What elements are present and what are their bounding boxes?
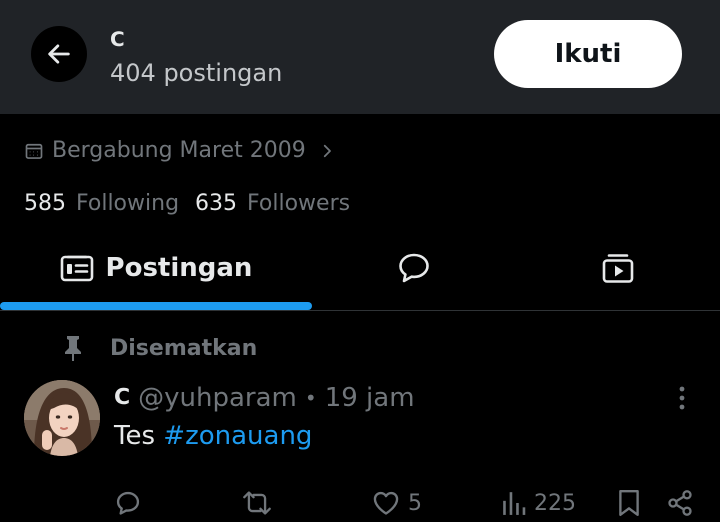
views-button[interactable]: 225 — [502, 484, 576, 522]
pin-icon — [65, 336, 81, 361]
post-meta: ꓚ @yuhparam • 19 jam — [114, 382, 415, 414]
joined-date[interactable]: Bergabung Maret 2009 — [24, 136, 336, 166]
chevron-right-icon — [323, 144, 331, 158]
joined-text: Bergabung Maret 2009 — [52, 138, 306, 163]
speech-bubble-icon — [399, 253, 429, 283]
reply-button[interactable] — [114, 484, 142, 522]
post-handle[interactable]: @yuhparam — [138, 382, 297, 414]
post-actions: 5 225 — [0, 484, 720, 522]
post-author-name[interactable]: ꓚ — [114, 382, 130, 414]
avatar-photo — [24, 380, 100, 456]
pinned-label: Disematkan — [110, 335, 258, 361]
meta-separator: • — [304, 386, 317, 410]
bookmark-button[interactable] — [618, 484, 640, 522]
more-options-button[interactable] — [670, 384, 694, 412]
tab-posts[interactable]: Postingan — [0, 232, 312, 304]
repost-button[interactable] — [242, 484, 272, 522]
profile-display-name: ꓚ — [110, 27, 125, 51]
like-button[interactable]: 5 — [372, 484, 422, 522]
view-count: 225 — [534, 490, 576, 516]
more-vertical-icon — [679, 386, 685, 410]
like-count: 5 — [408, 490, 422, 516]
arrow-left-icon — [48, 44, 70, 64]
profile-header: ꓚ 404 postingan Ikuti — [0, 0, 720, 114]
follow-stats: 585 Following 635 Followers — [24, 189, 366, 219]
post-time[interactable]: 19 jam — [325, 382, 415, 414]
reply-icon — [116, 491, 140, 515]
followers-label[interactable]: Followers — [247, 189, 350, 219]
active-tab-indicator — [0, 302, 312, 310]
pinned-indicator: Disematkan — [62, 334, 257, 362]
tab-media[interactable] — [516, 232, 720, 304]
avatar[interactable] — [24, 380, 100, 456]
follow-button[interactable]: Ikuti — [494, 20, 682, 88]
bar-chart-icon — [503, 492, 526, 515]
back-button[interactable] — [31, 26, 87, 82]
posts-icon — [60, 255, 93, 282]
bookmark-icon — [619, 489, 639, 517]
post-text: Tes #zonauang — [114, 420, 312, 452]
tab-divider — [0, 310, 720, 311]
tab-replies[interactable] — [312, 232, 516, 304]
share-button[interactable] — [666, 484, 694, 522]
following-label[interactable]: Following — [76, 189, 179, 219]
post-text-body: Tes — [114, 421, 164, 451]
hashtag-link[interactable]: #zonauang — [163, 421, 312, 451]
share-icon — [668, 490, 692, 516]
followers-count[interactable]: 635 — [195, 189, 237, 219]
calendar-icon — [25, 143, 43, 159]
tab-posts-label: Postingan — [105, 253, 253, 283]
following-count[interactable]: 585 — [24, 189, 66, 219]
post-count: 404 postingan — [110, 59, 283, 87]
media-icon — [602, 254, 634, 283]
heart-icon — [373, 491, 399, 515]
profile-tabs: Postingan — [0, 232, 720, 310]
repost-icon — [243, 491, 271, 515]
